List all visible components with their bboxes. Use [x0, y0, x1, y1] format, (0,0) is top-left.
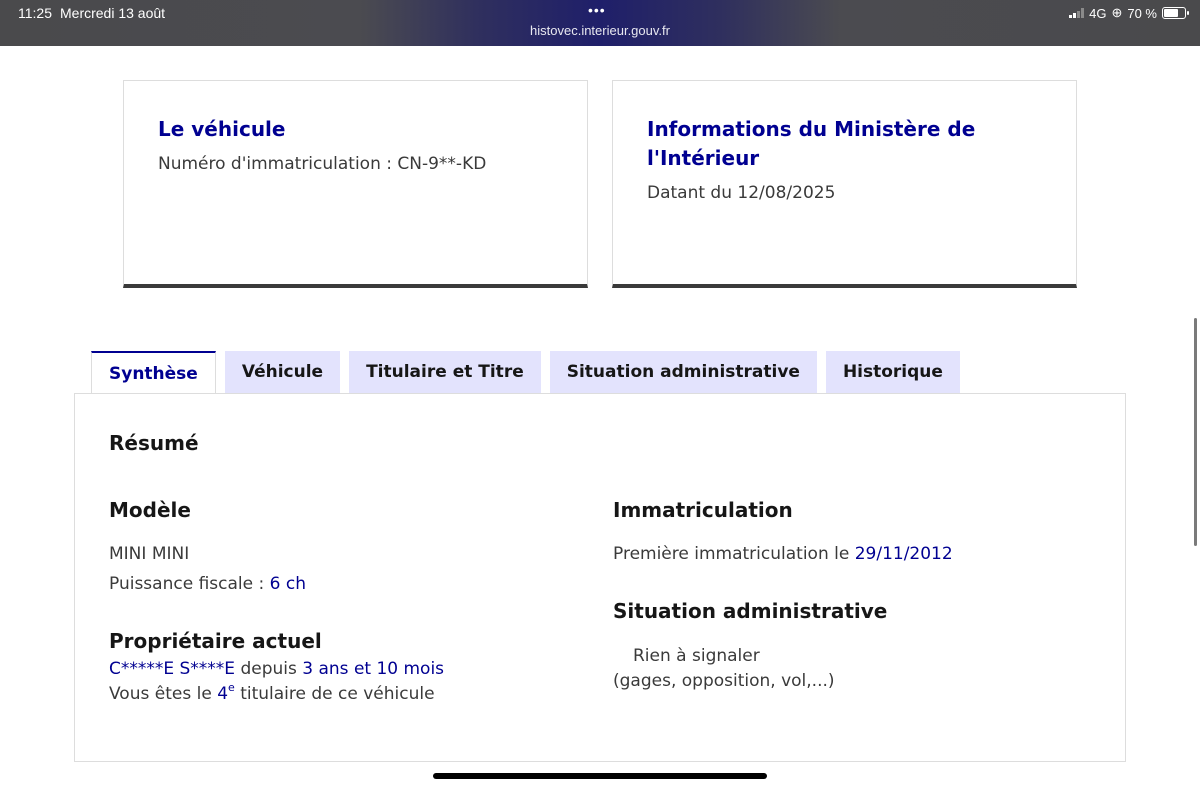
battery-percent: 70 %	[1127, 5, 1157, 21]
signal-icon	[1069, 8, 1085, 18]
tab-titulaire-et-titre[interactable]: Titulaire et Titre	[349, 351, 541, 393]
tab-historique[interactable]: Historique	[825, 351, 960, 393]
home-indicator[interactable]	[433, 773, 767, 779]
owner-name: C*****E S****E	[109, 659, 236, 679]
tab-vehicule[interactable]: Véhicule	[224, 351, 341, 393]
owner-line: C*****E S****E depuis 3 ans et 10 mois	[109, 659, 444, 679]
first-registration-date: 29/11/2012	[854, 544, 953, 564]
fiscal-power: Puissance fiscale : 6 ch	[109, 574, 306, 594]
summary-heading: Résumé	[109, 431, 199, 455]
more-dots-icon[interactable]: •••	[588, 2, 606, 18]
registration-heading: Immatriculation	[613, 498, 793, 522]
owner-rank-sup: e	[228, 681, 235, 694]
model-heading: Modèle	[109, 498, 191, 522]
vehicle-card: Le véhicule Numéro d'immatriculation : C…	[123, 80, 588, 288]
owner-rank-suffix: titulaire de ce véhicule	[234, 684, 435, 704]
owner-rank: Vous êtes le 4e titulaire de ce véhicule	[109, 681, 435, 704]
owner-rank-number: 4	[217, 684, 229, 704]
ministry-card: Informations du Ministère de l'Intérieur…	[612, 80, 1077, 288]
tab-list: Synthèse Véhicule Titulaire et Titre Sit…	[91, 351, 960, 394]
first-registration-label: Première immatriculation le	[613, 544, 855, 564]
fiscal-power-label: Puissance fiscale :	[109, 574, 270, 594]
admin-status: Rien à signaler	[633, 646, 760, 666]
battery-icon	[1162, 7, 1189, 19]
owner-since-label: depuis	[235, 659, 303, 679]
first-registration: Première immatriculation le 29/11/2012	[613, 544, 953, 564]
fiscal-power-value: 6 ch	[269, 574, 306, 594]
owner-rank-prefix: Vous êtes le	[109, 684, 218, 704]
orientation-lock-icon: ⊕	[1111, 5, 1123, 20]
scrollbar[interactable]	[1194, 318, 1197, 546]
url-address[interactable]: histovec.interieur.gouv.fr	[0, 23, 1200, 38]
vehicle-card-title: Le véhicule	[158, 117, 286, 141]
model-name: MINI MINI	[109, 544, 190, 564]
tab-situation-administrative[interactable]: Situation administrative	[549, 351, 817, 393]
date: Mercredi 13 août	[60, 5, 166, 21]
browser-status-bar: 11:25 Mercredi 13 août ••• histovec.inte…	[0, 0, 1200, 46]
admin-note: (gages, opposition, vol,...)	[613, 671, 835, 691]
ministry-card-title: Informations du Ministère de l'Intérieur	[647, 117, 976, 170]
owner-heading: Propriétaire actuel	[109, 629, 322, 653]
owner-since-value: 3 ans et 10 mois	[302, 659, 445, 679]
clock: 11:25	[18, 5, 52, 21]
tab-synthese[interactable]: Synthèse	[91, 351, 216, 394]
registration-number: Numéro d'immatriculation : CN-9**-KD	[158, 154, 487, 174]
status-icons: 4G ⊕ 70 %	[1069, 5, 1189, 21]
network-label: 4G	[1089, 5, 1107, 21]
synthese-panel: Résumé Modèle MINI MINI Puissance fiscal…	[74, 393, 1126, 762]
admin-heading: Situation administrative	[613, 599, 888, 623]
report-date: Datant du 12/08/2025	[647, 183, 836, 203]
